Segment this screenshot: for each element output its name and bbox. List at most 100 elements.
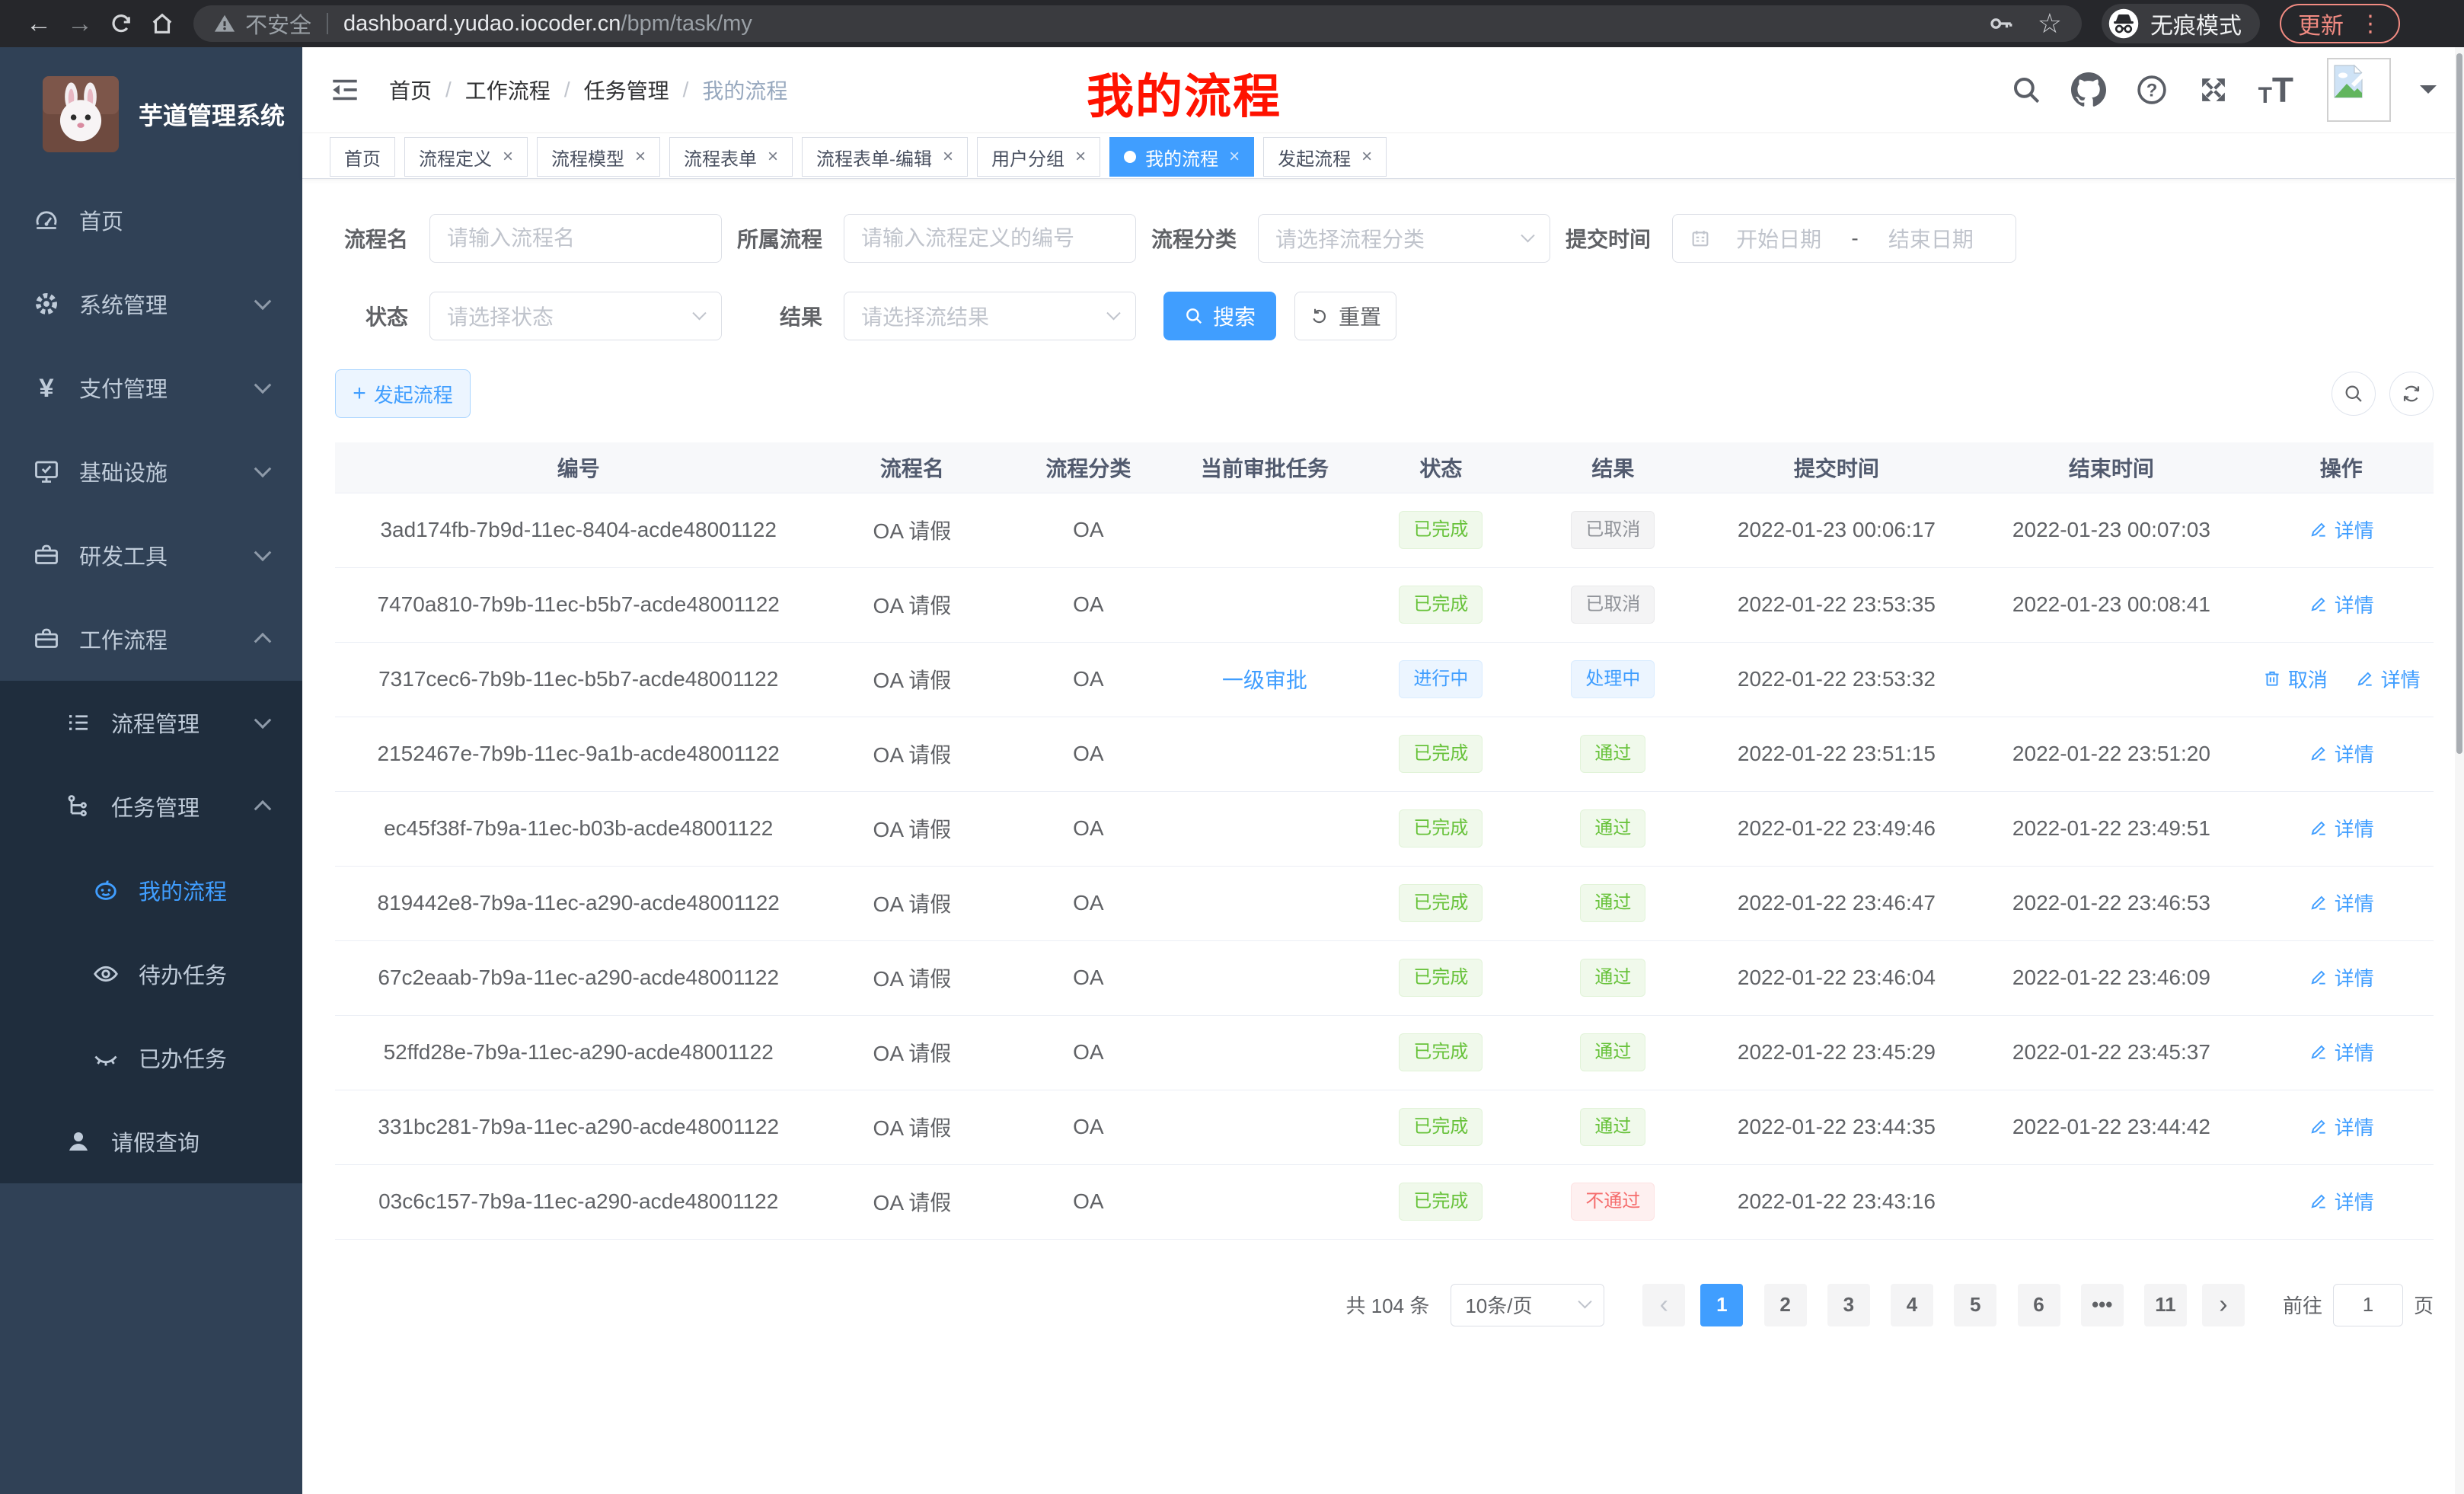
sidebar-item[interactable]: ¥ 首页 <box>0 178 302 262</box>
view-tab[interactable]: 流程表单 × <box>669 137 793 177</box>
tab-close-icon[interactable]: × <box>1361 146 1372 168</box>
sidebar-item[interactable]: ¥ 我的流程 <box>0 848 302 932</box>
detail-button[interactable]: 详情 <box>2309 1113 2374 1141</box>
browser-update-button[interactable]: 更新 ⋮ <box>2280 4 2400 43</box>
tab-close-icon[interactable]: × <box>768 146 778 168</box>
page-number-button[interactable]: ••• <box>2081 1284 2124 1326</box>
detail-button[interactable]: 详情 <box>2309 963 2374 991</box>
sidebar-item[interactable]: ¥ 基础设施 <box>0 429 302 513</box>
view-tab[interactable]: 流程表单-编辑 × <box>802 137 968 177</box>
cell-end-time <box>1974 1164 2249 1239</box>
browser-menu-icon[interactable]: ⋮ <box>2359 11 2382 37</box>
view-tab[interactable]: 发起流程 × <box>1263 137 1387 177</box>
chevron-icon <box>254 460 272 477</box>
bookmark-star-icon[interactable]: ☆ <box>2038 8 2062 40</box>
page-number-button[interactable]: 1 <box>1700 1284 1743 1326</box>
breadcrumb-home[interactable]: 首页 <box>389 75 432 105</box>
view-tab[interactable]: 我的流程 × <box>1109 137 1254 177</box>
show-search-toggle-button[interactable] <box>2332 372 2376 416</box>
next-page-button[interactable]: › <box>2202 1284 2245 1326</box>
help-icon[interactable]: ? <box>2135 73 2169 107</box>
sidebar-item[interactable]: ¥ 待办任务 <box>0 932 302 1016</box>
page-number-button[interactable]: 4 <box>1891 1284 1933 1326</box>
sidebar-item[interactable]: ¥ 工作流程 <box>0 597 302 681</box>
tab-close-icon[interactable]: × <box>1229 146 1240 168</box>
browser-back-button[interactable]: ← <box>18 5 59 42</box>
category-select[interactable]: 请选择流程分类 <box>1258 214 1550 263</box>
avatar-dropdown-caret-icon[interactable] <box>2420 85 2437 102</box>
detail-button[interactable]: 详情 <box>2355 665 2421 693</box>
submit-time-range-picker[interactable]: 开始日期 - 结束日期 <box>1672 214 2016 263</box>
reset-button-label: 重置 <box>1339 301 1381 331</box>
view-tab[interactable]: 流程模型 × <box>537 137 660 177</box>
view-tab[interactable]: 流程定义 × <box>404 137 528 177</box>
yen-icon: ¥ <box>33 374 60 401</box>
view-tab-label: 首页 <box>344 144 381 171</box>
password-key-icon[interactable] <box>1987 10 2015 37</box>
result-select[interactable]: 请选择流结果 <box>844 292 1136 340</box>
detail-button[interactable]: 详情 <box>2309 516 2374 544</box>
refresh-table-button[interactable] <box>2389 372 2434 416</box>
cell-submit-time: 2022-01-22 23:43:16 <box>1699 1164 1974 1239</box>
sidebar-collapse-icon[interactable] <box>330 75 360 105</box>
avatar[interactable] <box>2327 58 2391 122</box>
breadcrumb-workflow[interactable]: 工作流程 <box>465 75 551 105</box>
page-number-button[interactable]: 5 <box>1954 1284 1996 1326</box>
incognito-label: 无痕模式 <box>2150 7 2242 40</box>
browser-reload-button[interactable] <box>101 5 142 42</box>
tab-close-icon[interactable]: × <box>503 146 513 168</box>
detail-button[interactable]: 详情 <box>2309 889 2374 917</box>
sidebar-item[interactable]: ¥ 已办任务 <box>0 1016 302 1100</box>
browser-forward-button[interactable]: → <box>59 5 101 42</box>
end-date-placeholder: 结束日期 <box>1863 223 1999 254</box>
page-header: 首页 / 工作流程 / 任务管理 / 我的流程 我的流程 ? TT <box>302 47 2464 133</box>
detail-button[interactable]: 详情 <box>2309 590 2374 618</box>
prev-arrow-icon: ‹ <box>1660 1290 1668 1320</box>
view-tab[interactable]: 用户分组 × <box>977 137 1100 177</box>
tab-close-icon[interactable]: × <box>943 146 953 168</box>
goto-page-input[interactable] <box>2333 1284 2403 1326</box>
sidebar-item[interactable]: ¥ 流程管理 <box>0 681 302 765</box>
scrollbar-thumb[interactable] <box>2456 53 2462 754</box>
cancel-button[interactable]: 取消 <box>2262 665 2328 693</box>
breadcrumb-task-mgmt[interactable]: 任务管理 <box>584 75 669 105</box>
search-button[interactable]: 搜索 <box>1163 292 1276 340</box>
tab-close-icon[interactable]: × <box>635 146 646 168</box>
sidebar-item[interactable]: ¥ 研发工具 <box>0 513 302 597</box>
detail-button[interactable]: 详情 <box>2309 1038 2374 1066</box>
address-bar[interactable]: 不安全 dashboard.yudao.iocoder.cn/bpm/task/… <box>193 5 2082 42</box>
status-select[interactable]: 请选择状态 <box>429 292 722 340</box>
page-number-button[interactable]: 6 <box>2018 1284 2060 1326</box>
page-size-select[interactable]: 10条/页 <box>1451 1284 1604 1326</box>
tab-close-icon[interactable]: × <box>1075 146 1086 168</box>
total-count: 共 104 条 <box>1346 1291 1430 1319</box>
page-number-button[interactable]: 3 <box>1827 1284 1870 1326</box>
update-label[interactable]: 更新 <box>2298 7 2344 40</box>
browser-home-button[interactable] <box>142 5 183 42</box>
fullscreen-icon[interactable] <box>2197 74 2229 106</box>
process-def-input[interactable] <box>844 214 1136 263</box>
window-scrollbar[interactable] <box>2455 47 2464 1494</box>
process-name-input[interactable] <box>429 214 722 263</box>
page-number-button[interactable]: 2 <box>1764 1284 1807 1326</box>
github-icon[interactable] <box>2071 72 2106 107</box>
search-icon[interactable] <box>2010 74 2042 106</box>
sidebar-item[interactable]: ¥ 支付管理 <box>0 346 302 429</box>
detail-button[interactable]: 详情 <box>2309 814 2374 842</box>
font-size-icon[interactable]: TT <box>2258 72 2293 107</box>
detail-button[interactable]: 详情 <box>2309 1187 2374 1215</box>
sidebar-item[interactable]: ¥ 系统管理 <box>0 262 302 346</box>
detail-button[interactable]: 详情 <box>2309 739 2374 768</box>
security-label[interactable]: 不安全 <box>245 8 311 40</box>
prev-page-button[interactable]: ‹ <box>1642 1284 1685 1326</box>
app-logo-row[interactable]: 芋道管理系统 <box>0 47 302 178</box>
toolbox-icon <box>33 541 60 569</box>
sidebar-item[interactable]: ¥ 任务管理 <box>0 765 302 848</box>
view-tab[interactable]: 首页 <box>330 137 395 177</box>
create-process-button[interactable]: + 发起流程 <box>335 369 471 418</box>
reset-button[interactable]: 重置 <box>1294 292 1396 340</box>
sidebar-item[interactable]: ¥ 请假查询 <box>0 1100 302 1183</box>
current-task-link[interactable]: 一级审批 <box>1222 669 1307 692</box>
page-number-button[interactable]: 11 <box>2144 1284 2187 1326</box>
cell-submit-time: 2022-01-22 23:53:32 <box>1699 642 1974 717</box>
